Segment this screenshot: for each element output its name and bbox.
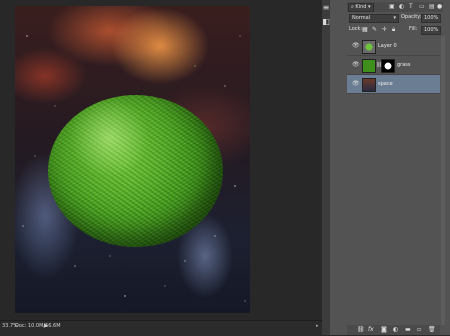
chevron-down-icon: ▾	[393, 15, 396, 21]
layer-name[interactable]: grass	[397, 62, 411, 68]
image-canvas[interactable]	[15, 6, 250, 313]
fill-input[interactable]: 100%	[421, 26, 442, 35]
doc-info: Doc: 10.0M/56.6M	[15, 323, 61, 329]
layer-thumbnail	[362, 78, 376, 92]
filter-pixel-icon[interactable]: ▣	[389, 3, 395, 10]
fx-icon[interactable]: fx	[368, 326, 374, 333]
layer-name[interactable]: Layer 0	[378, 43, 397, 49]
layer-row-layer-0[interactable]: 👁︎ Layer 0	[347, 37, 440, 56]
eye-icon[interactable]: 👁︎	[352, 42, 360, 49]
opacity-label: Opacity:	[401, 14, 422, 20]
chevron-down-icon: ▾	[368, 4, 371, 10]
filter-toggle-icon[interactable]: ●	[437, 3, 442, 10]
lock-label: Lock:	[349, 26, 363, 32]
blend-mode-select[interactable]: Normal ▾	[349, 14, 399, 23]
trash-icon[interactable]: 🗑︎	[428, 326, 436, 333]
layer-thumbnail	[362, 59, 376, 73]
new-layer-icon[interactable]: ▫	[417, 326, 421, 333]
lock-transparent-icon[interactable]: ▦	[362, 26, 368, 33]
filter-kind-select[interactable]: ⌕ Kind ▾	[348, 3, 374, 12]
status-menu-arrow-icon[interactable]: ▶	[44, 323, 48, 329]
lock-position-icon[interactable]: ✛	[382, 26, 387, 33]
search-icon: ⌕	[351, 4, 354, 10]
folder-icon[interactable]: ▬	[405, 326, 411, 333]
layer-row-space[interactable]: 👁︎ space	[347, 75, 440, 94]
filter-kind-label: Kind	[355, 4, 367, 10]
filter-adjustment-icon[interactable]: ◐	[399, 3, 404, 10]
layer-filter-bar: ⌕ Kind ▾ ▣ ◐ T ▭ ▤ ●	[347, 2, 443, 12]
filter-smart-object-icon[interactable]: ▤	[429, 3, 435, 10]
fill-label: Fill:	[409, 26, 418, 32]
adjustment-icon[interactable]: ◐	[393, 326, 398, 333]
eye-icon[interactable]: 👁︎	[352, 80, 360, 87]
mask-thumbnail[interactable]	[381, 59, 395, 73]
blend-mode-value: Normal	[352, 15, 371, 21]
lock-image-icon[interactable]: ✎	[372, 26, 377, 33]
grass-planet	[48, 95, 223, 247]
layer-thumbnail	[362, 40, 376, 54]
link-icon[interactable]: ⛓︎	[357, 326, 365, 333]
mask-icon[interactable]: ◙	[381, 326, 387, 333]
layers-scrollbar[interactable]	[441, 36, 445, 325]
layer-row-grass[interactable]: 👁︎ ⛓︎ grass	[347, 56, 440, 75]
document-workspace[interactable]: 33.7% Doc: 10.0M/56.6M ▶ ▸	[0, 0, 322, 336]
layers-bottom-toolbar: ⛓︎ fx ◙ ◐ ▬ ▫ 🗑︎	[347, 325, 440, 335]
scroll-right-arrow-icon[interactable]: ▸	[316, 323, 319, 329]
lock-icon[interactable]: 🔒︎	[392, 26, 395, 33]
panel-dock-strip: ≡ ◧	[322, 0, 330, 335]
opacity-input[interactable]: 100%	[421, 14, 442, 23]
filter-shape-icon[interactable]: ▭	[419, 3, 425, 10]
status-bar: 33.7% Doc: 10.0M/56.6M ▶ ▸	[0, 320, 322, 336]
layer-name[interactable]: space	[378, 81, 393, 87]
filter-type-icon[interactable]: T	[409, 3, 413, 10]
eye-icon[interactable]: 👁︎	[352, 61, 360, 68]
